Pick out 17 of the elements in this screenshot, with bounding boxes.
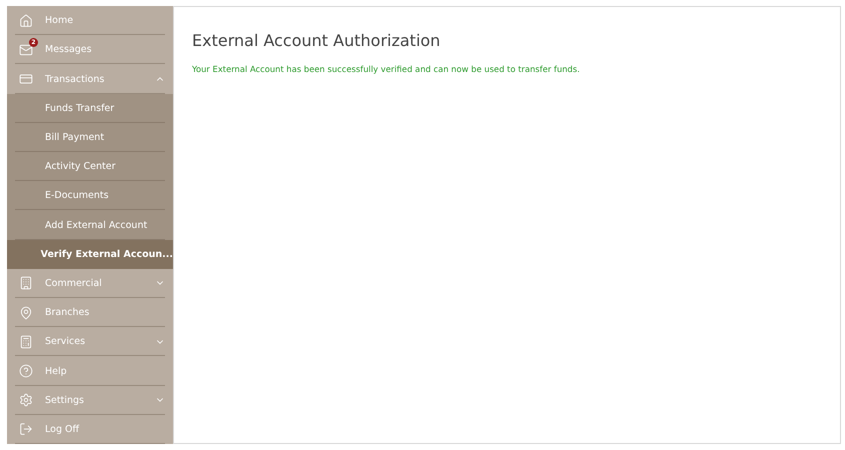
calculator-icon [19, 334, 33, 349]
building-icon [19, 276, 33, 290]
mail-icon [19, 42, 33, 57]
settings-icon [19, 393, 33, 408]
sidebar-subitem[interactable]: E-Documents [7, 181, 173, 210]
home-icon [19, 14, 33, 28]
sidebar-subitem[interactable]: Bill Payment [7, 122, 173, 152]
logout-icon [19, 422, 33, 436]
help-icon [19, 364, 33, 378]
sidebar-subitem[interactable]: Activity Center [7, 152, 173, 182]
map-pin-icon [19, 306, 33, 320]
sidebar-subitem[interactable]: Add External Account [7, 210, 173, 240]
page-title: External Account Authorization [192, 31, 442, 50]
success-message: Your External Account has been successfully verified and can now be used to transfer funds. [192, 64, 581, 74]
sidebar-subitem[interactable]: Funds Transfer [7, 94, 173, 123]
sidebar-subitem[interactable]: Verify External Accoun... [7, 240, 173, 269]
card-icon [19, 72, 33, 86]
